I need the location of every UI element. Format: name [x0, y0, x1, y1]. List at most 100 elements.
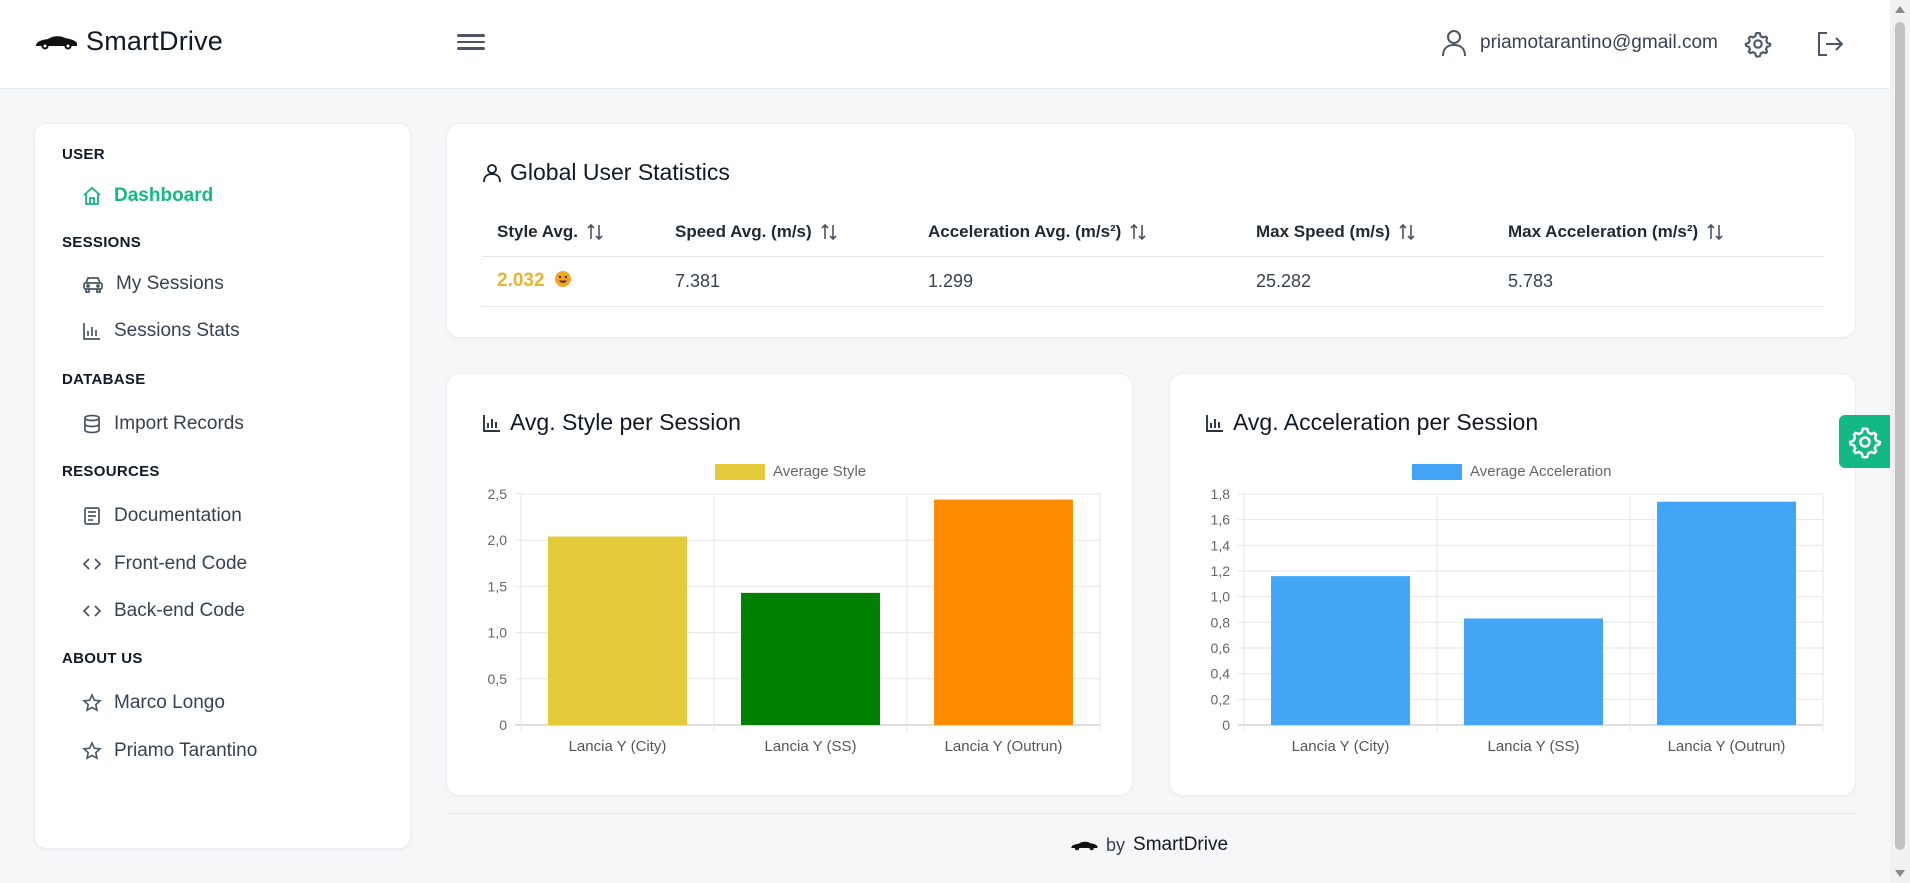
- y-tick-label: 0: [1222, 717, 1230, 733]
- column-header-label: Max Acceleration (m/s²): [1508, 221, 1699, 241]
- y-tick-label: 1,2: [1211, 563, 1231, 579]
- sort-icon[interactable]: [820, 223, 838, 241]
- settings-gear-icon[interactable]: [1744, 30, 1772, 58]
- y-tick-label: 2,5: [488, 486, 508, 502]
- sidebar: USER Dashboard SESSIONS My Sessions Sess…: [34, 123, 411, 849]
- settings-gear-icon: [1848, 426, 1881, 459]
- global-stats-card: Global User Statistics Style Avg. Speed …: [446, 123, 1856, 338]
- y-tick-label: 1,8: [1211, 486, 1231, 502]
- chart-bar: [548, 536, 687, 725]
- sidebar-item-import-records[interactable]: Import Records: [35, 400, 410, 447]
- sidebar-section-sessions: SESSIONS: [62, 234, 142, 251]
- sidebar-item-sessions-stats[interactable]: Sessions Stats: [35, 307, 410, 354]
- sidebar-section-about-us: ABOUT US: [62, 650, 143, 667]
- x-tick-label: Lancia Y (SS): [1488, 738, 1580, 755]
- chart-bar: [934, 499, 1073, 725]
- scroll-up-arrow-icon[interactable]: [1895, 6, 1905, 13]
- y-tick-label: 1,5: [488, 578, 508, 594]
- cell-style-avg: 2.032: [482, 256, 660, 307]
- y-tick-label: 1,6: [1211, 512, 1231, 528]
- sidebar-item-dashboard[interactable]: Dashboard: [35, 172, 410, 220]
- y-tick-label: 0,6: [1211, 640, 1231, 656]
- sidebar-item-label: Priamo Tarantino: [114, 740, 258, 761]
- chart-bar: [1271, 576, 1410, 725]
- sidebar-item-marco-longo[interactable]: Marco Longo: [35, 679, 410, 727]
- car-logo-icon: [36, 35, 77, 49]
- column-header-label: Max Speed (m/s): [1256, 221, 1391, 241]
- y-tick-label: 0,5: [488, 671, 508, 687]
- footer: by SmartDrive: [1070, 834, 1228, 856]
- star-icon: [82, 693, 102, 712]
- y-tick-label: 0,4: [1211, 666, 1231, 682]
- column-header-style-avg[interactable]: Style Avg.: [482, 208, 660, 257]
- smile-emoji-icon: [554, 271, 571, 287]
- sidebar-item-label: Front-end Code: [114, 552, 248, 574]
- sidebar-item-label: Import Records: [114, 412, 244, 434]
- scroll-thumb[interactable]: [1895, 22, 1905, 850]
- sidebar-section-database: DATABASE: [62, 371, 146, 388]
- sidebar-item-documentation[interactable]: Documentation: [35, 492, 410, 540]
- scroll-down-arrow-icon[interactable]: [1895, 870, 1905, 877]
- sidebar-section-resources: RESOURCES: [62, 463, 160, 480]
- page-scrollbar[interactable]: [1890, 0, 1910, 883]
- column-header-acceleration-avg[interactable]: Acceleration Avg. (m/s²): [913, 208, 1241, 257]
- sort-icon[interactable]: [1398, 223, 1416, 241]
- y-tick-label: 0,2: [1211, 691, 1231, 707]
- y-tick-label: 0,8: [1211, 614, 1231, 630]
- cell-max-acceleration: 5.783: [1493, 256, 1824, 307]
- chart-bar: [1657, 501, 1796, 725]
- x-tick-label: Lancia Y (SS): [765, 738, 857, 755]
- sidebar-item-label: Dashboard: [114, 185, 214, 206]
- column-header-label: Style Avg.: [497, 221, 578, 241]
- y-tick-label: 0: [499, 717, 507, 733]
- cell-speed-avg: 7.381: [660, 256, 913, 307]
- chart-bar: [741, 592, 880, 725]
- sidebar-section-user: USER: [62, 146, 105, 163]
- floating-settings-button[interactable]: [1839, 415, 1890, 468]
- sidebar-item-back-end-code[interactable]: Back-end Code: [35, 587, 410, 634]
- menu-toggle-icon[interactable]: [457, 30, 485, 54]
- sort-icon[interactable]: [586, 223, 604, 241]
- y-tick-label: 1,0: [1211, 589, 1231, 605]
- star-icon: [82, 741, 102, 760]
- x-tick-label: Lancia Y (Outrun): [945, 738, 1063, 755]
- y-tick-label: 1,0: [488, 625, 508, 641]
- database-icon: [84, 414, 100, 433]
- sidebar-item-priamo-tarantino[interactable]: Priamo Tarantino: [35, 727, 410, 775]
- brand[interactable]: SmartDrive: [34, 26, 223, 57]
- sidebar-item-label: Back-end Code: [114, 599, 245, 621]
- global-stats-title-text: Global User Statistics: [510, 159, 730, 185]
- footer-divider: [446, 813, 1856, 814]
- footer-brand[interactable]: SmartDrive: [1133, 834, 1228, 856]
- bar-chart-icon: [83, 322, 100, 340]
- sidebar-item-label: Sessions Stats: [114, 319, 240, 341]
- sort-icon[interactable]: [1706, 223, 1724, 241]
- x-tick-label: Lancia Y (City): [1292, 738, 1390, 755]
- style-chart-card: Avg. Style per Session Average Style 0 0,…: [446, 373, 1133, 796]
- stats-table: Style Avg. Speed Avg. (m/s) Acceleration…: [482, 208, 1824, 307]
- user-icon: [483, 163, 501, 182]
- sidebar-item-my-sessions[interactable]: My Sessions: [35, 260, 410, 307]
- car-icon: [83, 276, 103, 293]
- cell-max-speed: 25.282: [1241, 256, 1493, 307]
- sort-icon[interactable]: [1129, 223, 1147, 241]
- x-tick-label: Lancia Y (City): [569, 738, 667, 755]
- column-header-max-acceleration[interactable]: Max Acceleration (m/s²): [1493, 208, 1824, 257]
- sidebar-item-label: Marco Longo: [114, 692, 225, 713]
- style-avg-value: 2.032: [497, 270, 545, 291]
- y-tick-label: 1,4: [1211, 537, 1231, 553]
- y-tick-label: 2,0: [488, 532, 508, 548]
- home-icon: [83, 186, 101, 205]
- user-email: priamotarantino@gmail.com: [1480, 32, 1718, 53]
- acceleration-chart-card: Avg. Acceleration per Session Average Ac…: [1169, 373, 1856, 796]
- sidebar-item-label: Documentation: [114, 505, 242, 526]
- column-header-speed-avg[interactable]: Speed Avg. (m/s): [660, 208, 913, 257]
- sidebar-item-front-end-code[interactable]: Front-end Code: [35, 540, 410, 587]
- logout-icon[interactable]: [1815, 30, 1845, 58]
- style-bar-chart: 0 0,5 1,0 1,5 2,0 2,5 Lancia Y (City) Lancia Y …: [488, 486, 1101, 755]
- brand-title: SmartDrive: [86, 26, 224, 56]
- x-tick-label: Lancia Y (Outrun): [1668, 738, 1786, 755]
- column-header-max-speed[interactable]: Max Speed (m/s): [1241, 208, 1493, 257]
- column-header-label: Acceleration Avg. (m/s²): [928, 221, 1122, 241]
- user-menu[interactable]: priamotarantino@gmail.com: [1440, 28, 1718, 58]
